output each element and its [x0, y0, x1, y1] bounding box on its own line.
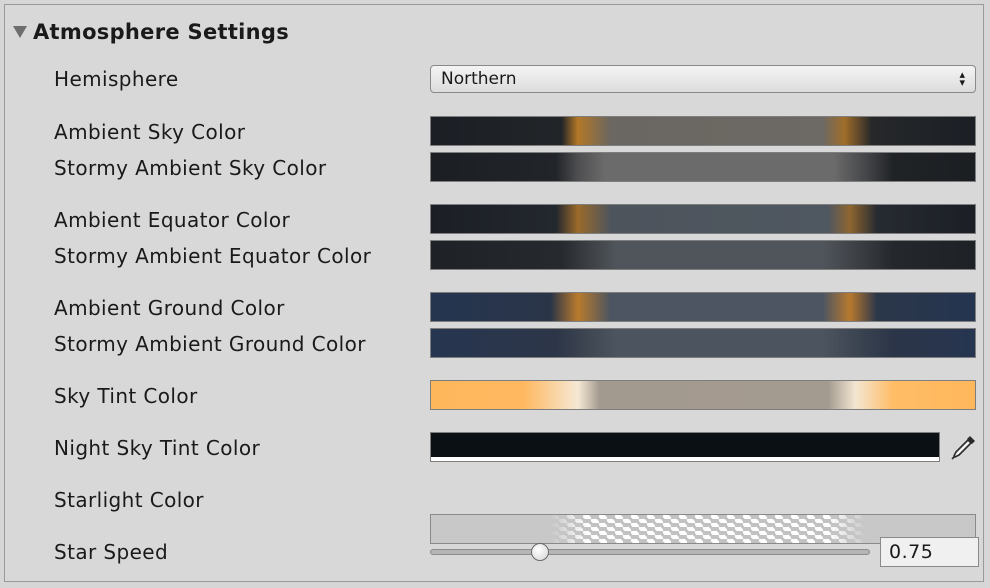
sky-tint-color-gradient[interactable]	[430, 380, 976, 410]
ambient-ground-color-label: Ambient Ground Color	[54, 296, 285, 320]
section-title: Atmosphere Settings	[33, 20, 290, 44]
star-speed-input[interactable]: 0.75	[880, 537, 979, 567]
hemisphere-value: Northern	[441, 69, 517, 89]
night-sky-tint-color-label: Night Sky Tint Color	[54, 436, 261, 460]
alpha-checkerboard	[550, 515, 867, 543]
alpha-bar	[431, 457, 939, 461]
ambient-equator-color-label: Ambient Equator Color	[54, 208, 291, 232]
foldout-arrow-icon[interactable]	[13, 26, 27, 38]
eyedropper-icon[interactable]	[949, 432, 979, 462]
stormy-ambient-ground-color-label: Stormy Ambient Ground Color	[54, 332, 366, 356]
dropdown-arrows-icon: ▴ ▾	[959, 68, 965, 89]
star-speed-slider-thumb[interactable]	[531, 543, 549, 561]
stormy-ambient-equator-color-label: Stormy Ambient Equator Color	[54, 244, 372, 268]
ambient-sky-color-label: Ambient Sky Color	[54, 120, 246, 144]
stormy-ambient-ground-color-gradient[interactable]	[430, 328, 976, 358]
night-sky-tint-color-field[interactable]	[430, 432, 940, 462]
star-speed-slider-track[interactable]	[430, 549, 870, 555]
stormy-ambient-sky-color-label: Stormy Ambient Sky Color	[54, 156, 327, 180]
ambient-sky-color-gradient[interactable]	[430, 116, 976, 146]
atmosphere-settings-foldout[interactable]: Atmosphere Settings	[13, 17, 289, 47]
sky-tint-color-label: Sky Tint Color	[54, 384, 198, 408]
ambient-ground-color-gradient[interactable]	[430, 292, 976, 322]
hemisphere-dropdown[interactable]: Northern ▴ ▾	[430, 65, 976, 93]
atmosphere-settings-panel: Atmosphere Settings Hemisphere Northern …	[4, 4, 984, 582]
starlight-color-label: Starlight Color	[54, 488, 204, 512]
stormy-ambient-equator-color-gradient[interactable]	[430, 240, 976, 270]
star-speed-label: Star Speed	[54, 540, 169, 564]
hemisphere-label: Hemisphere	[54, 67, 179, 91]
ambient-equator-color-gradient[interactable]	[430, 204, 976, 234]
stormy-ambient-sky-color-gradient[interactable]	[430, 152, 976, 182]
